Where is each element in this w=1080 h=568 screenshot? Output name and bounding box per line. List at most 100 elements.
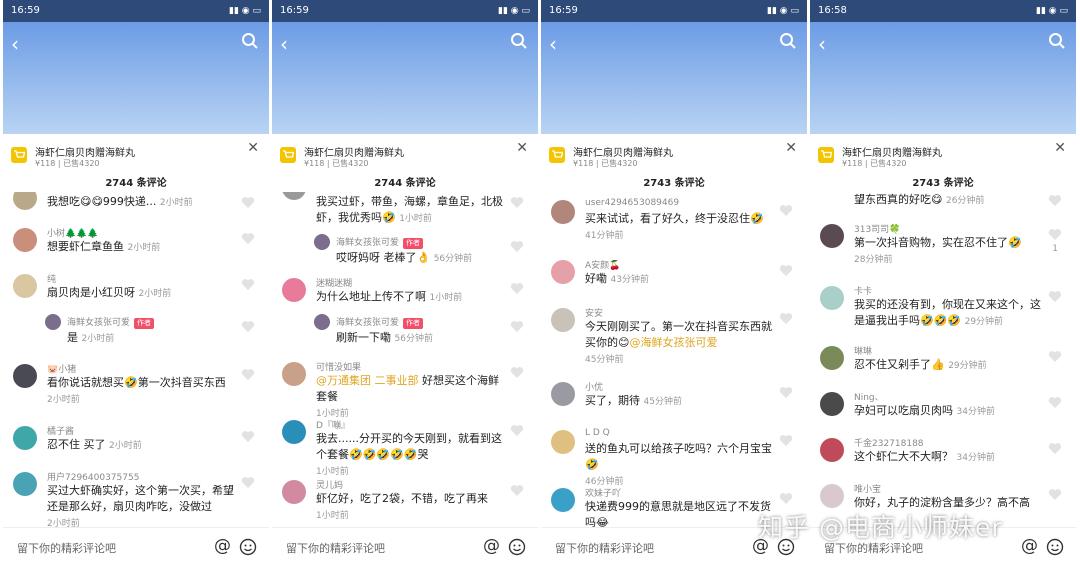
commenter-name[interactable]: 海鲜女孩张可爱: [336, 318, 399, 328]
emoji-icon[interactable]: [508, 538, 526, 556]
like-heart-icon[interactable]: [241, 320, 255, 333]
avatar[interactable]: [551, 308, 575, 332]
avatar[interactable]: [551, 260, 575, 284]
avatar[interactable]: [314, 314, 330, 330]
back-arrow-icon[interactable]: ‹: [11, 32, 19, 56]
mention-link[interactable]: @海鲜女孩张可爱: [629, 336, 717, 349]
avatar[interactable]: [282, 192, 306, 200]
avatar[interactable]: [13, 472, 37, 496]
avatar[interactable]: [551, 430, 575, 454]
like-heart-icon[interactable]: [1048, 290, 1062, 303]
like-heart-icon[interactable]: [1048, 396, 1062, 409]
avatar[interactable]: [282, 420, 306, 444]
avatar[interactable]: [820, 484, 844, 508]
product-card[interactable]: 海虾仁扇贝肉赠海鲜丸 ¥118 | 已售4320: [11, 142, 241, 168]
like-heart-icon[interactable]: [779, 204, 793, 217]
like-heart-icon[interactable]: [1048, 194, 1062, 207]
comment-list[interactable]: 望东西真的好吃😋 26分钟前 313司司🍀 第一次抖音购物，实在忍不住了🤣 28分…: [810, 192, 1076, 528]
avatar[interactable]: [282, 480, 306, 504]
commenter-name[interactable]: 海鲜女孩张可爱: [336, 238, 399, 248]
product-card[interactable]: 海虾仁扇贝肉赠海鲜丸 ¥118 | 已售4320: [280, 142, 510, 168]
mention-at-icon[interactable]: @: [483, 536, 500, 556]
back-arrow-icon[interactable]: ‹: [818, 32, 826, 56]
mention-at-icon[interactable]: @: [1021, 536, 1038, 556]
avatar[interactable]: [282, 362, 306, 386]
avatar[interactable]: [314, 234, 330, 250]
avatar[interactable]: [13, 274, 37, 298]
avatar[interactable]: [13, 364, 37, 388]
like-heart-icon[interactable]: [241, 278, 255, 291]
commenter-name[interactable]: 用户7296400375755: [47, 470, 139, 483]
commenter-name[interactable]: 卡卡: [854, 284, 872, 297]
back-arrow-icon[interactable]: ‹: [280, 32, 288, 56]
avatar[interactable]: [13, 426, 37, 450]
commenter-name[interactable]: 小优: [585, 380, 603, 393]
comment-input[interactable]: 留下你的精彩评论吧: [286, 540, 385, 556]
avatar[interactable]: [820, 286, 844, 310]
like-heart-icon[interactable]: [779, 434, 793, 447]
commenter-name[interactable]: 橘子酱: [47, 424, 74, 437]
avatar[interactable]: [13, 192, 37, 210]
commenter-name[interactable]: 可惜没如果: [316, 360, 361, 373]
commenter-name[interactable]: user4294653089469: [585, 198, 679, 208]
avatar[interactable]: [820, 392, 844, 416]
mention-link[interactable]: @万通集团 二事业部: [316, 374, 419, 387]
commenter-name[interactable]: 琳琳: [854, 344, 872, 357]
commenter-name[interactable]: 迷糊迷糊: [316, 276, 352, 289]
like-heart-icon[interactable]: [510, 240, 524, 253]
commenter-name[interactable]: 千金232718188: [854, 436, 924, 449]
comment-input[interactable]: 留下你的精彩评论吧: [555, 540, 654, 556]
like-heart-icon[interactable]: [510, 282, 524, 295]
comment-list[interactable]: 我想吃😋😋999快递... 2小时前 小树🌲🌲🌲 想要虾仁章鱼鱼 2小时前 纯 …: [3, 192, 269, 528]
product-card[interactable]: 海虾仁扇贝肉赠海鲜丸 ¥118 | 已售4320: [549, 142, 779, 168]
avatar[interactable]: [13, 228, 37, 252]
like-heart-icon[interactable]: [779, 492, 793, 505]
like-heart-icon[interactable]: [1048, 488, 1062, 501]
avatar[interactable]: [820, 438, 844, 462]
avatar[interactable]: [551, 200, 575, 224]
close-icon[interactable]: ✕: [247, 140, 259, 156]
like-heart-icon[interactable]: [1048, 442, 1062, 455]
avatar[interactable]: [551, 382, 575, 406]
like-heart-icon[interactable]: [510, 196, 524, 209]
avatar[interactable]: [282, 278, 306, 302]
search-icon[interactable]: [1048, 32, 1066, 50]
emoji-icon[interactable]: [1046, 538, 1064, 556]
search-icon[interactable]: [779, 32, 797, 50]
comment-input-bar[interactable]: 留下你的精彩评论吧 @: [3, 527, 269, 568]
like-heart-icon[interactable]: [510, 366, 524, 379]
like-heart-icon[interactable]: [241, 430, 255, 443]
avatar[interactable]: [820, 346, 844, 370]
search-icon[interactable]: [510, 32, 528, 50]
commenter-name[interactable]: 纯: [47, 272, 56, 285]
avatar[interactable]: [820, 224, 844, 248]
close-icon[interactable]: ✕: [785, 140, 797, 156]
close-icon[interactable]: ✕: [1054, 140, 1066, 156]
avatar[interactable]: [551, 488, 575, 512]
mention-at-icon[interactable]: @: [214, 536, 231, 556]
like-heart-icon[interactable]: [779, 386, 793, 399]
commenter-name[interactable]: 🐷小猪: [47, 362, 76, 375]
comment-input-bar[interactable]: 留下你的精彩评论吧 @: [272, 527, 538, 568]
close-icon[interactable]: ✕: [516, 140, 528, 156]
commenter-name[interactable]: 313司司🍀: [854, 222, 900, 235]
like-heart-icon[interactable]: [241, 476, 255, 489]
comment-list[interactable]: user4294653089469 买来试试，看了好久，终于没忍住🤣 41分钟前 …: [541, 192, 807, 528]
commenter-name[interactable]: A安颜🍒: [585, 258, 620, 271]
commenter-name[interactable]: 唯小宝: [854, 482, 881, 495]
like-heart-icon[interactable]: [241, 368, 255, 381]
product-card[interactable]: 海虾仁扇贝肉赠海鲜丸 ¥118 | 已售4320: [818, 142, 1048, 168]
commenter-name[interactable]: 灵儿妈: [316, 478, 343, 491]
commenter-name[interactable]: 安安: [585, 306, 603, 319]
commenter-name[interactable]: Ning、: [854, 390, 884, 403]
like-heart-icon[interactable]: [510, 424, 524, 437]
commenter-name[interactable]: 海鲜女孩张可爱: [67, 318, 130, 328]
emoji-icon[interactable]: [239, 538, 257, 556]
commenter-name[interactable]: 欢妹子吖: [585, 486, 621, 499]
like-heart-icon[interactable]: [241, 232, 255, 245]
comment-list[interactable]: 我买过虾，带鱼，海螺，章鱼足，北极虾，我优秀吗🤣 1小时前 海鲜女孩张可爱 作者 …: [272, 192, 538, 528]
avatar[interactable]: [45, 314, 61, 330]
like-heart-icon[interactable]: [1048, 228, 1062, 241]
like-heart-icon[interactable]: [510, 320, 524, 333]
back-arrow-icon[interactable]: ‹: [549, 32, 557, 56]
